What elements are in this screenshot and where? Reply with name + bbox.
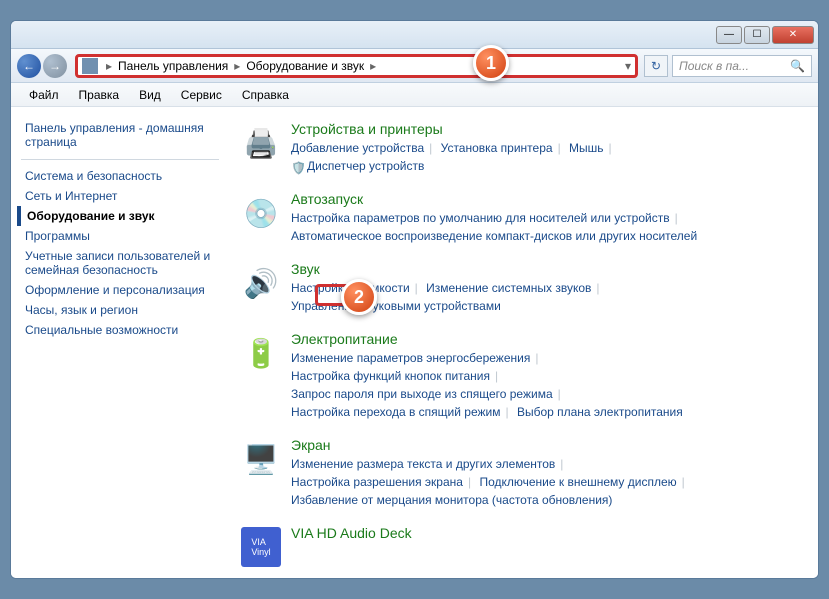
category-power: Электропитание Изменение параметров энер… xyxy=(239,331,808,421)
link-power-plan[interactable]: Выбор плана электропитания xyxy=(517,405,683,419)
link-resolution[interactable]: Настройка разрешения экрана xyxy=(291,475,463,489)
forward-button[interactable]: → xyxy=(43,54,67,78)
sidebar-item-clock[interactable]: Часы, язык и регион xyxy=(21,300,219,320)
sidebar-item-network[interactable]: Сеть и Интернет xyxy=(21,186,219,206)
cd-icon xyxy=(239,191,283,235)
chevron-right-icon: ▸ xyxy=(104,59,114,73)
power-title[interactable]: Электропитание xyxy=(291,331,398,347)
address-bar[interactable]: ▸ Панель управления ▸ Оборудование и зву… xyxy=(75,54,638,78)
link-power-save[interactable]: Изменение параметров энергосбережения xyxy=(291,351,530,365)
category-sound: Звук Настройка громкости| Изменение сист… xyxy=(239,261,808,315)
menu-edit[interactable]: Правка xyxy=(69,86,130,104)
category-autoplay: Автозапуск Настройка параметров по умолч… xyxy=(239,191,808,245)
menu-view[interactable]: Вид xyxy=(129,86,171,104)
link-audio-devices[interactable]: Управление звуковыми устройствами xyxy=(291,299,501,313)
menu-bar: Файл Правка Вид Сервис Справка xyxy=(11,83,818,107)
link-refresh-rate[interactable]: Избавление от мерцания монитора (частота… xyxy=(291,493,612,507)
search-icon[interactable]: 🔍 xyxy=(790,59,805,73)
titlebar: — ☐ ✕ xyxy=(11,21,818,49)
menu-tools[interactable]: Сервис xyxy=(171,86,232,104)
maximize-button[interactable]: ☐ xyxy=(744,26,770,44)
search-placeholder: Поиск в па... xyxy=(679,59,749,73)
refresh-button[interactable]: ↻ xyxy=(644,55,668,77)
content-pane: Устройства и принтеры Добавление устройс… xyxy=(229,107,818,578)
link-system-sounds[interactable]: Изменение системных звуков xyxy=(426,281,591,295)
sidebar-item-hardware[interactable]: Оборудование и звук xyxy=(17,206,219,226)
link-mouse[interactable]: Мышь xyxy=(569,141,604,155)
sidebar-item-programs[interactable]: Программы xyxy=(21,226,219,246)
navigation-bar: ← → ▸ Панель управления ▸ Оборудование и… xyxy=(11,49,818,83)
link-power-password[interactable]: Запрос пароля при выходе из спящего режи… xyxy=(291,387,553,401)
link-add-device[interactable]: Добавление устройства xyxy=(291,141,424,155)
category-display: Экран Изменение размера текста и других … xyxy=(239,437,808,509)
link-add-printer[interactable]: Установка принтера xyxy=(441,141,553,155)
link-autoplay-cd[interactable]: Автоматическое воспроизведение компакт-д… xyxy=(291,229,697,243)
shield-icon: 🛡️ xyxy=(291,159,305,173)
dropdown-icon[interactable]: ▾ xyxy=(625,59,631,73)
link-sleep[interactable]: Настройка перехода в спящий режим xyxy=(291,405,500,419)
sidebar-item-appearance[interactable]: Оформление и персонализация xyxy=(21,280,219,300)
minimize-button[interactable]: — xyxy=(716,26,742,44)
breadcrumb-root[interactable]: Панель управления xyxy=(114,59,232,73)
chevron-right-icon[interactable]: ▸ xyxy=(232,59,242,73)
category-via: VIAVinyl VIA HD Audio Deck xyxy=(239,525,808,569)
power-icon xyxy=(239,331,283,375)
menu-help[interactable]: Справка xyxy=(232,86,299,104)
sidebar-item-ease[interactable]: Специальные возможности xyxy=(21,320,219,340)
devices-title[interactable]: Устройства и принтеры xyxy=(291,121,443,137)
callout-1: 1 xyxy=(473,45,509,81)
menu-file[interactable]: Файл xyxy=(19,86,69,104)
autoplay-title[interactable]: Автозапуск xyxy=(291,191,363,207)
close-button[interactable]: ✕ xyxy=(772,26,814,44)
sidebar-item-users[interactable]: Учетные записи пользователей и семейная … xyxy=(21,246,219,280)
sidebar-home[interactable]: Панель управления - домашняя страница xyxy=(21,119,219,151)
link-device-manager[interactable]: Диспетчер устройств xyxy=(307,159,424,173)
sidebar: Панель управления - домашняя страница Си… xyxy=(11,107,229,578)
display-title[interactable]: Экран xyxy=(291,437,331,453)
body: Панель управления - домашняя страница Си… xyxy=(11,107,818,578)
back-button[interactable]: ← xyxy=(17,54,41,78)
speaker-icon xyxy=(239,261,283,305)
control-panel-window: — ☐ ✕ ← → ▸ Панель управления ▸ Оборудов… xyxy=(10,20,819,579)
chevron-right-icon[interactable]: ▸ xyxy=(368,59,378,73)
link-power-buttons[interactable]: Настройка функций кнопок питания xyxy=(291,369,490,383)
breadcrumb-sub[interactable]: Оборудование и звук xyxy=(242,59,368,73)
callout-2: 2 xyxy=(341,279,377,315)
via-title[interactable]: VIA HD Audio Deck xyxy=(291,525,412,541)
printer-icon xyxy=(239,121,283,165)
screen-icon xyxy=(239,437,283,481)
category-devices: Устройства и принтеры Добавление устройс… xyxy=(239,121,808,175)
control-panel-icon xyxy=(82,58,98,74)
link-text-size[interactable]: Изменение размера текста и других элемен… xyxy=(291,457,555,471)
sound-title[interactable]: Звук xyxy=(291,261,320,277)
link-external-display[interactable]: Подключение к внешнему дисплею xyxy=(479,475,676,489)
sidebar-item-system[interactable]: Система и безопасность xyxy=(21,166,219,186)
via-icon: VIAVinyl xyxy=(239,525,283,569)
divider xyxy=(21,159,219,160)
search-input[interactable]: Поиск в па... 🔍 xyxy=(672,55,812,77)
link-autoplay-defaults[interactable]: Настройка параметров по умолчанию для но… xyxy=(291,211,670,225)
